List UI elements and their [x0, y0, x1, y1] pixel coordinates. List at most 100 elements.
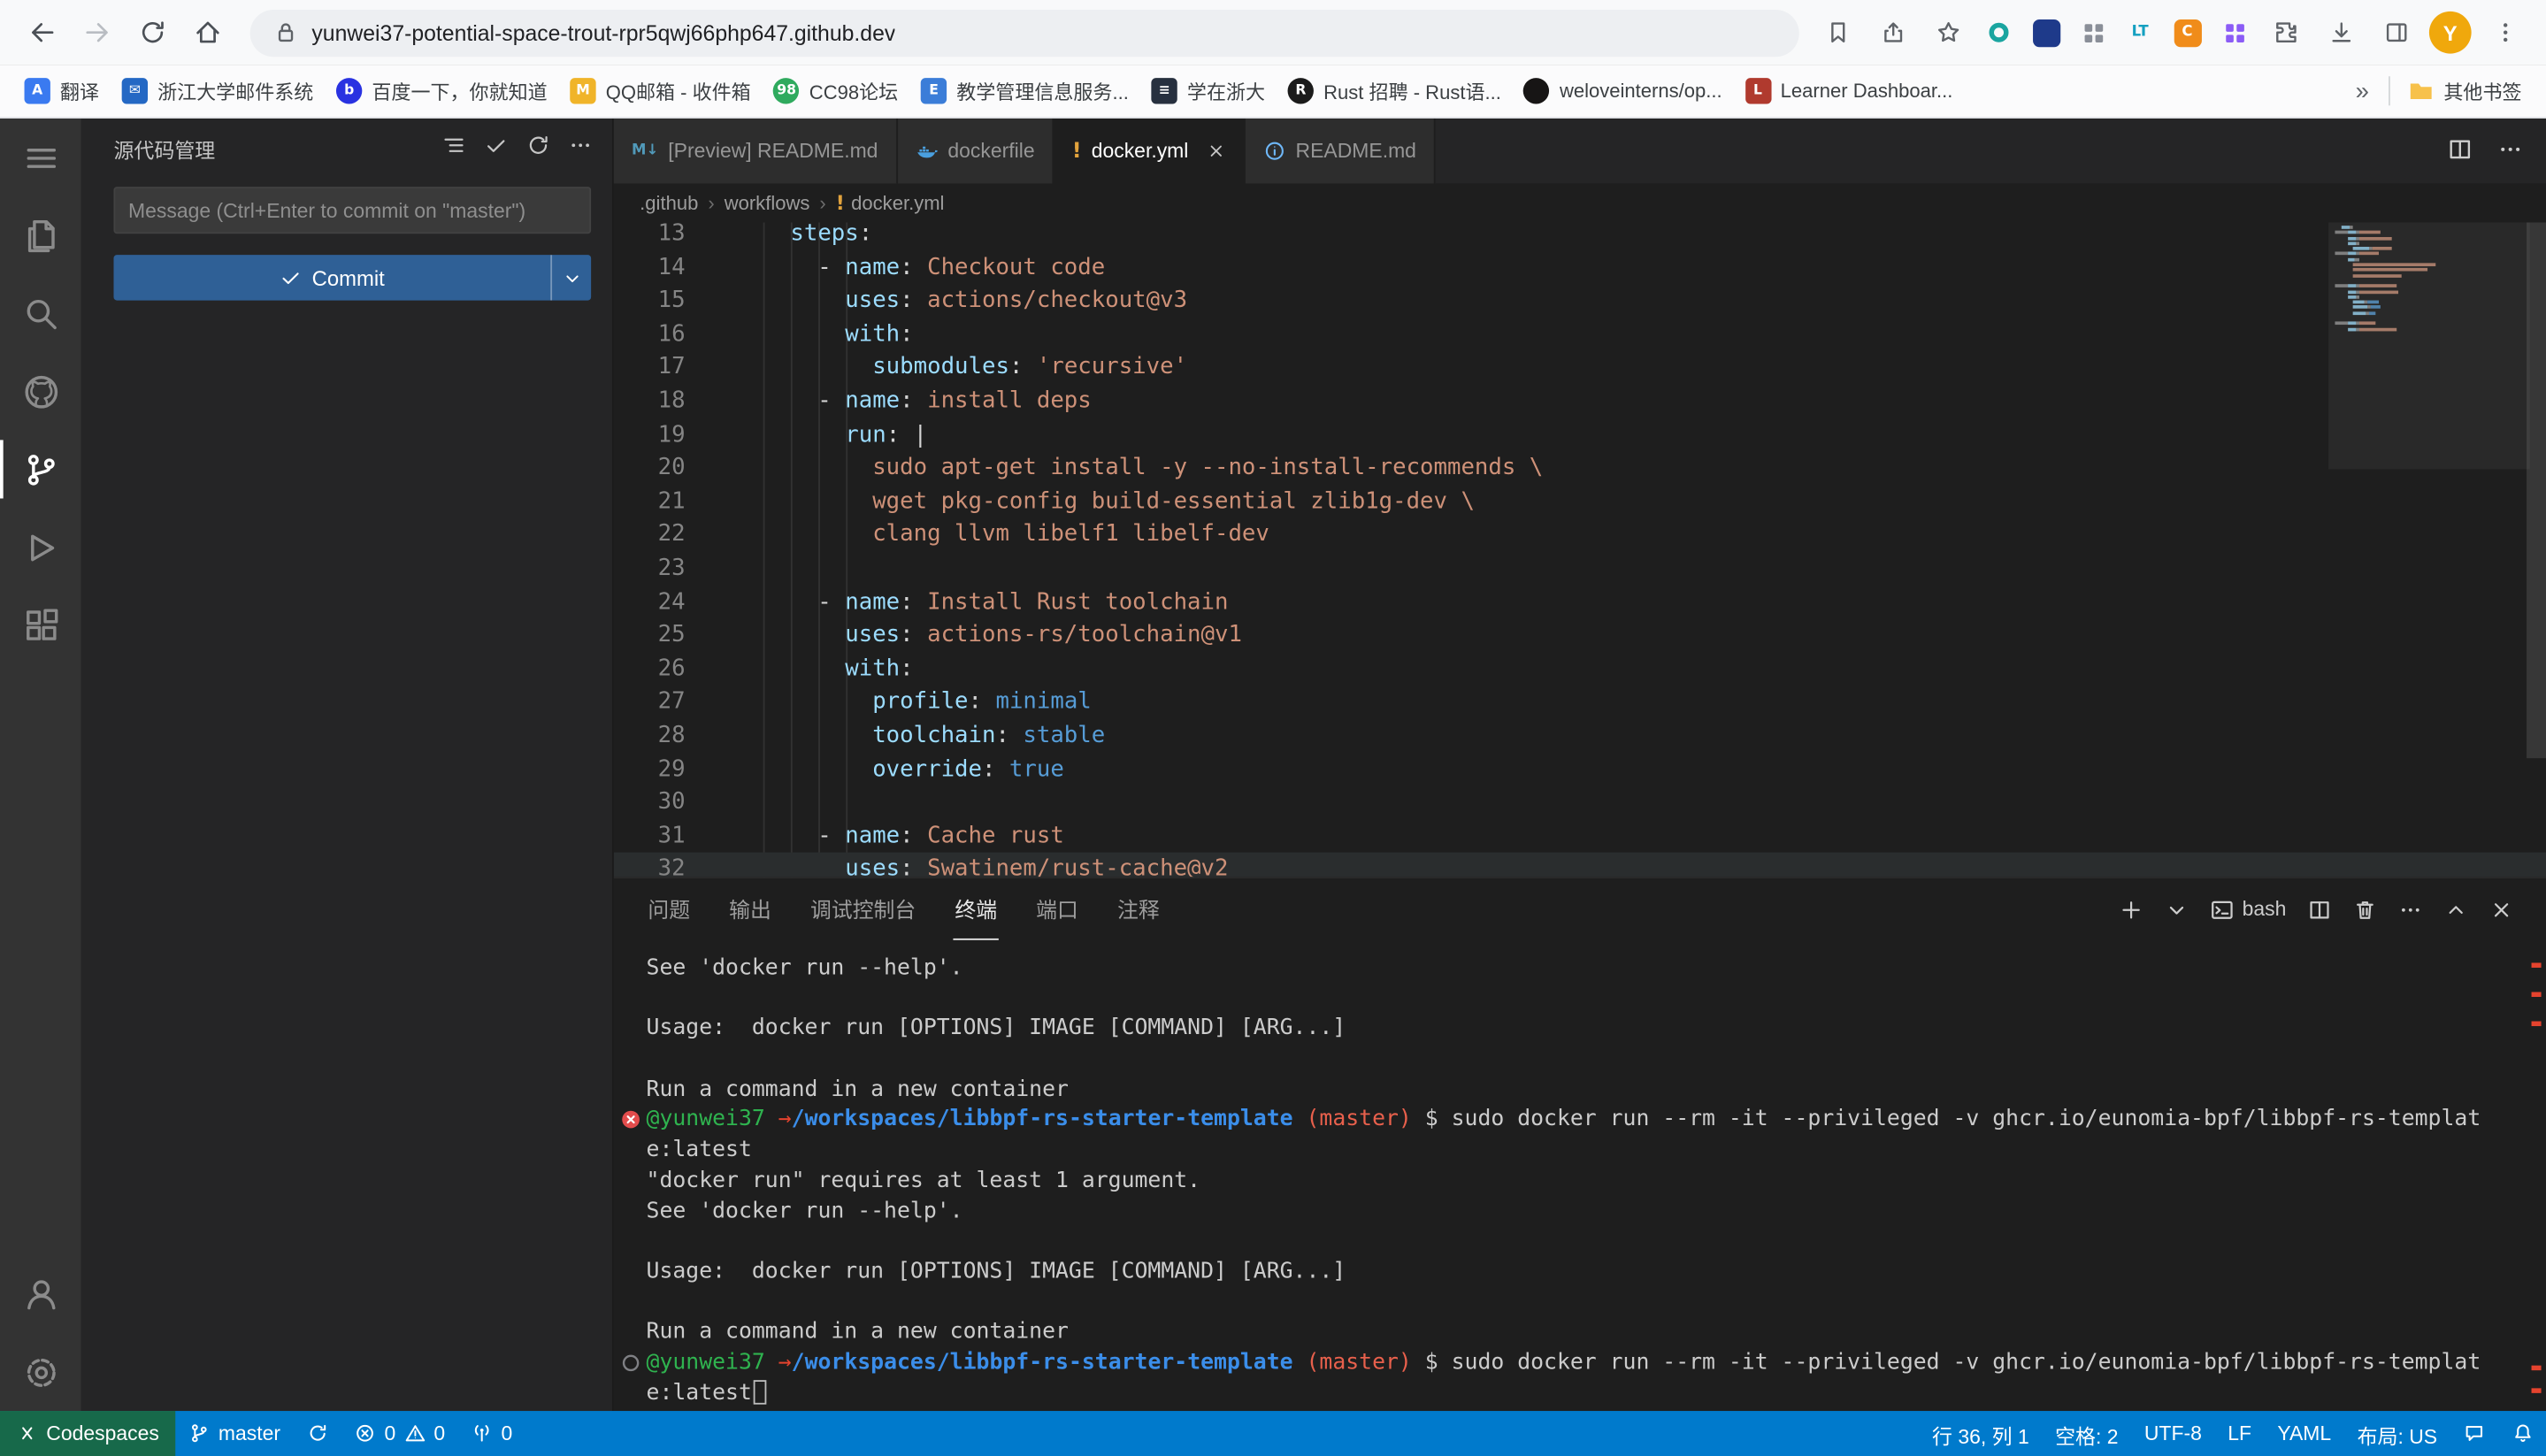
tab-docker-yml[interactable]: !docker.yml — [1054, 119, 1246, 183]
browser-menu-button[interactable] — [2482, 11, 2527, 55]
problems-status[interactable]: 00 — [341, 1411, 458, 1456]
source-control-view-button[interactable] — [0, 430, 81, 508]
reload-button[interactable] — [127, 6, 179, 58]
minimap-slider[interactable] — [2328, 222, 2530, 469]
sidebar-icon — [2383, 19, 2409, 45]
downloads-button[interactable] — [2319, 11, 2363, 55]
forward-button[interactable] — [72, 6, 124, 58]
browser-toolbar: yunwei37-potential-space-trout-rpr5qwj66… — [0, 0, 2546, 65]
breadcrumb-item[interactable]: .github — [640, 192, 698, 215]
minimap[interactable] — [2335, 226, 2523, 333]
notifications-status[interactable] — [2498, 1411, 2546, 1456]
bookmark-favicon: A — [25, 78, 50, 103]
side-panel-button[interactable] — [2374, 11, 2419, 55]
terminal[interactable]: See 'docker run --help'.Usage: docker ru… — [614, 940, 2546, 1411]
breadcrumb-item[interactable]: !docker.yml — [836, 192, 945, 215]
commit-action-button[interactable] — [484, 134, 509, 163]
panel-tab-debug-console[interactable]: 调试控制台 — [809, 878, 917, 940]
explorer-view-button[interactable] — [0, 196, 81, 274]
bookmarks-overflow-button[interactable]: » — [2343, 77, 2382, 104]
extension-teal-ring-icon[interactable] — [1981, 15, 2016, 50]
home-button[interactable] — [182, 6, 234, 58]
kill-terminal-button[interactable] — [2353, 897, 2378, 922]
settings-button[interactable] — [0, 1333, 81, 1411]
split-editor-button[interactable] — [2447, 135, 2473, 166]
maximize-panel-button[interactable] — [2443, 897, 2468, 922]
code-editor[interactable]: 13 steps: 14 - name: Checkout code 15 us… — [614, 222, 2546, 877]
language-status[interactable]: YAML — [2265, 1411, 2344, 1456]
bookmark-item[interactable]: L Learner Dashboar... — [1733, 72, 1964, 111]
close-panel-button[interactable] — [2489, 897, 2514, 922]
panel-more-actions-button[interactable] — [2398, 897, 2423, 922]
editor-scrollbar[interactable] — [2527, 222, 2546, 758]
bookmark-page-button[interactable] — [1815, 11, 1860, 55]
profile-avatar[interactable]: Y — [2429, 11, 2472, 54]
other-bookmarks-button[interactable]: 其他书签 — [2396, 71, 2533, 111]
split-terminal-button[interactable] — [2307, 897, 2332, 922]
extensions-view-button[interactable] — [0, 586, 81, 664]
extensions-menu-button[interactable] — [2264, 11, 2308, 55]
extension-purple-grid-icon[interactable] — [2216, 15, 2251, 50]
layout-status[interactable]: 布局: US — [2344, 1411, 2450, 1456]
commit-dropdown-button[interactable] — [552, 255, 591, 300]
bookmark-item[interactable]: b 百度一下，你就知道 — [325, 71, 558, 111]
accounts-button[interactable] — [0, 1255, 81, 1333]
extension-navy-icon[interactable] — [2028, 15, 2064, 50]
tab-readme[interactable]: README.md — [1246, 119, 1436, 183]
cursor-position-status[interactable]: 行 36, 列 1 — [1919, 1411, 2042, 1456]
favorite-button[interactable] — [1926, 11, 1970, 55]
panel-tab-comments[interactable]: 注释 — [1116, 878, 1161, 940]
bookmark-item[interactable]: ≡ 学在浙大 — [1140, 71, 1277, 111]
bookmark-item[interactable]: ✉ 浙江大学邮件系统 — [111, 71, 325, 111]
eol-status[interactable]: LF — [2215, 1411, 2265, 1456]
panel-tab-output[interactable]: 输出 — [727, 878, 772, 940]
new-terminal-button[interactable] — [2119, 897, 2143, 922]
share-button[interactable] — [1870, 11, 1914, 55]
remote-indicator[interactable]: Codespaces — [0, 1411, 175, 1456]
tab-preview-readme[interactable]: M↓[Preview] README.md — [614, 119, 898, 183]
refresh-icon — [526, 134, 551, 158]
bookmark-item[interactable]: E 教学管理信息服务... — [909, 71, 1140, 111]
panel-tab-problems[interactable]: 问题 — [647, 878, 692, 940]
close-tab-icon[interactable] — [1207, 142, 1226, 161]
code-line: 32 uses: Swatinem/rust-cache@v2 — [614, 853, 2546, 877]
menu-button[interactable] — [0, 119, 81, 196]
terminal-line: Run a command in a new container — [647, 1075, 2524, 1105]
back-button[interactable] — [16, 6, 68, 58]
indentation-status[interactable]: 空格: 2 — [2042, 1411, 2131, 1456]
branch-status[interactable]: master — [175, 1411, 293, 1456]
terminal-profile-select[interactable]: bash — [2210, 897, 2286, 922]
bookmark-item[interactable]: M QQ邮箱 - 收件箱 — [558, 71, 762, 111]
breadcrumb-item[interactable]: workflows — [725, 192, 810, 215]
refresh-button[interactable] — [526, 134, 551, 163]
line-number: 13 — [614, 222, 736, 250]
ports-status[interactable]: 0 — [458, 1411, 525, 1456]
bookmark-item[interactable]: 98 CC98论坛 — [763, 71, 909, 111]
extension-orange-icon[interactable]: C — [2169, 15, 2205, 50]
feedback-status[interactable] — [2450, 1411, 2498, 1456]
bookmark-item[interactable]: weloveinterns/op... — [1513, 72, 1734, 111]
bookmark-item[interactable]: R Rust 招聘 - Rust语... — [1277, 71, 1513, 111]
terminal-line — [647, 1287, 2524, 1317]
sync-status[interactable] — [294, 1411, 341, 1456]
address-bar[interactable]: yunwei37-potential-space-trout-rpr5qwj66… — [250, 9, 1799, 56]
panel-tab-ports[interactable]: 端口 — [1034, 878, 1079, 940]
extension-gray-grid-icon[interactable] — [2075, 15, 2111, 50]
more-actions-button[interactable] — [568, 134, 593, 163]
breadcrumb: .github›workflows›!docker.yml — [614, 183, 2546, 222]
bookmark-item[interactable]: A 翻译 — [13, 71, 111, 111]
editor-more-actions-button[interactable] — [2497, 135, 2523, 166]
github-view-button[interactable] — [0, 352, 81, 430]
encoding-status[interactable]: UTF-8 — [2131, 1411, 2214, 1456]
commit-message-input[interactable] — [113, 187, 591, 234]
bookmark-label: Rust 招聘 - Rust语... — [1323, 77, 1501, 104]
panel-tab-terminal[interactable]: 终端 — [954, 878, 999, 940]
commit-button[interactable]: Commit — [113, 255, 591, 300]
search-view-button[interactable] — [0, 274, 81, 352]
view-as-list-button[interactable] — [441, 134, 466, 163]
tab-dockerfile[interactable]: dockerfile — [897, 119, 1054, 183]
extension-languagetool-icon[interactable]: LT — [2122, 15, 2158, 50]
bookmark-favicon: R — [1288, 78, 1314, 103]
run-debug-view-button[interactable] — [0, 509, 81, 586]
terminal-dropdown-button[interactable] — [2165, 897, 2189, 922]
